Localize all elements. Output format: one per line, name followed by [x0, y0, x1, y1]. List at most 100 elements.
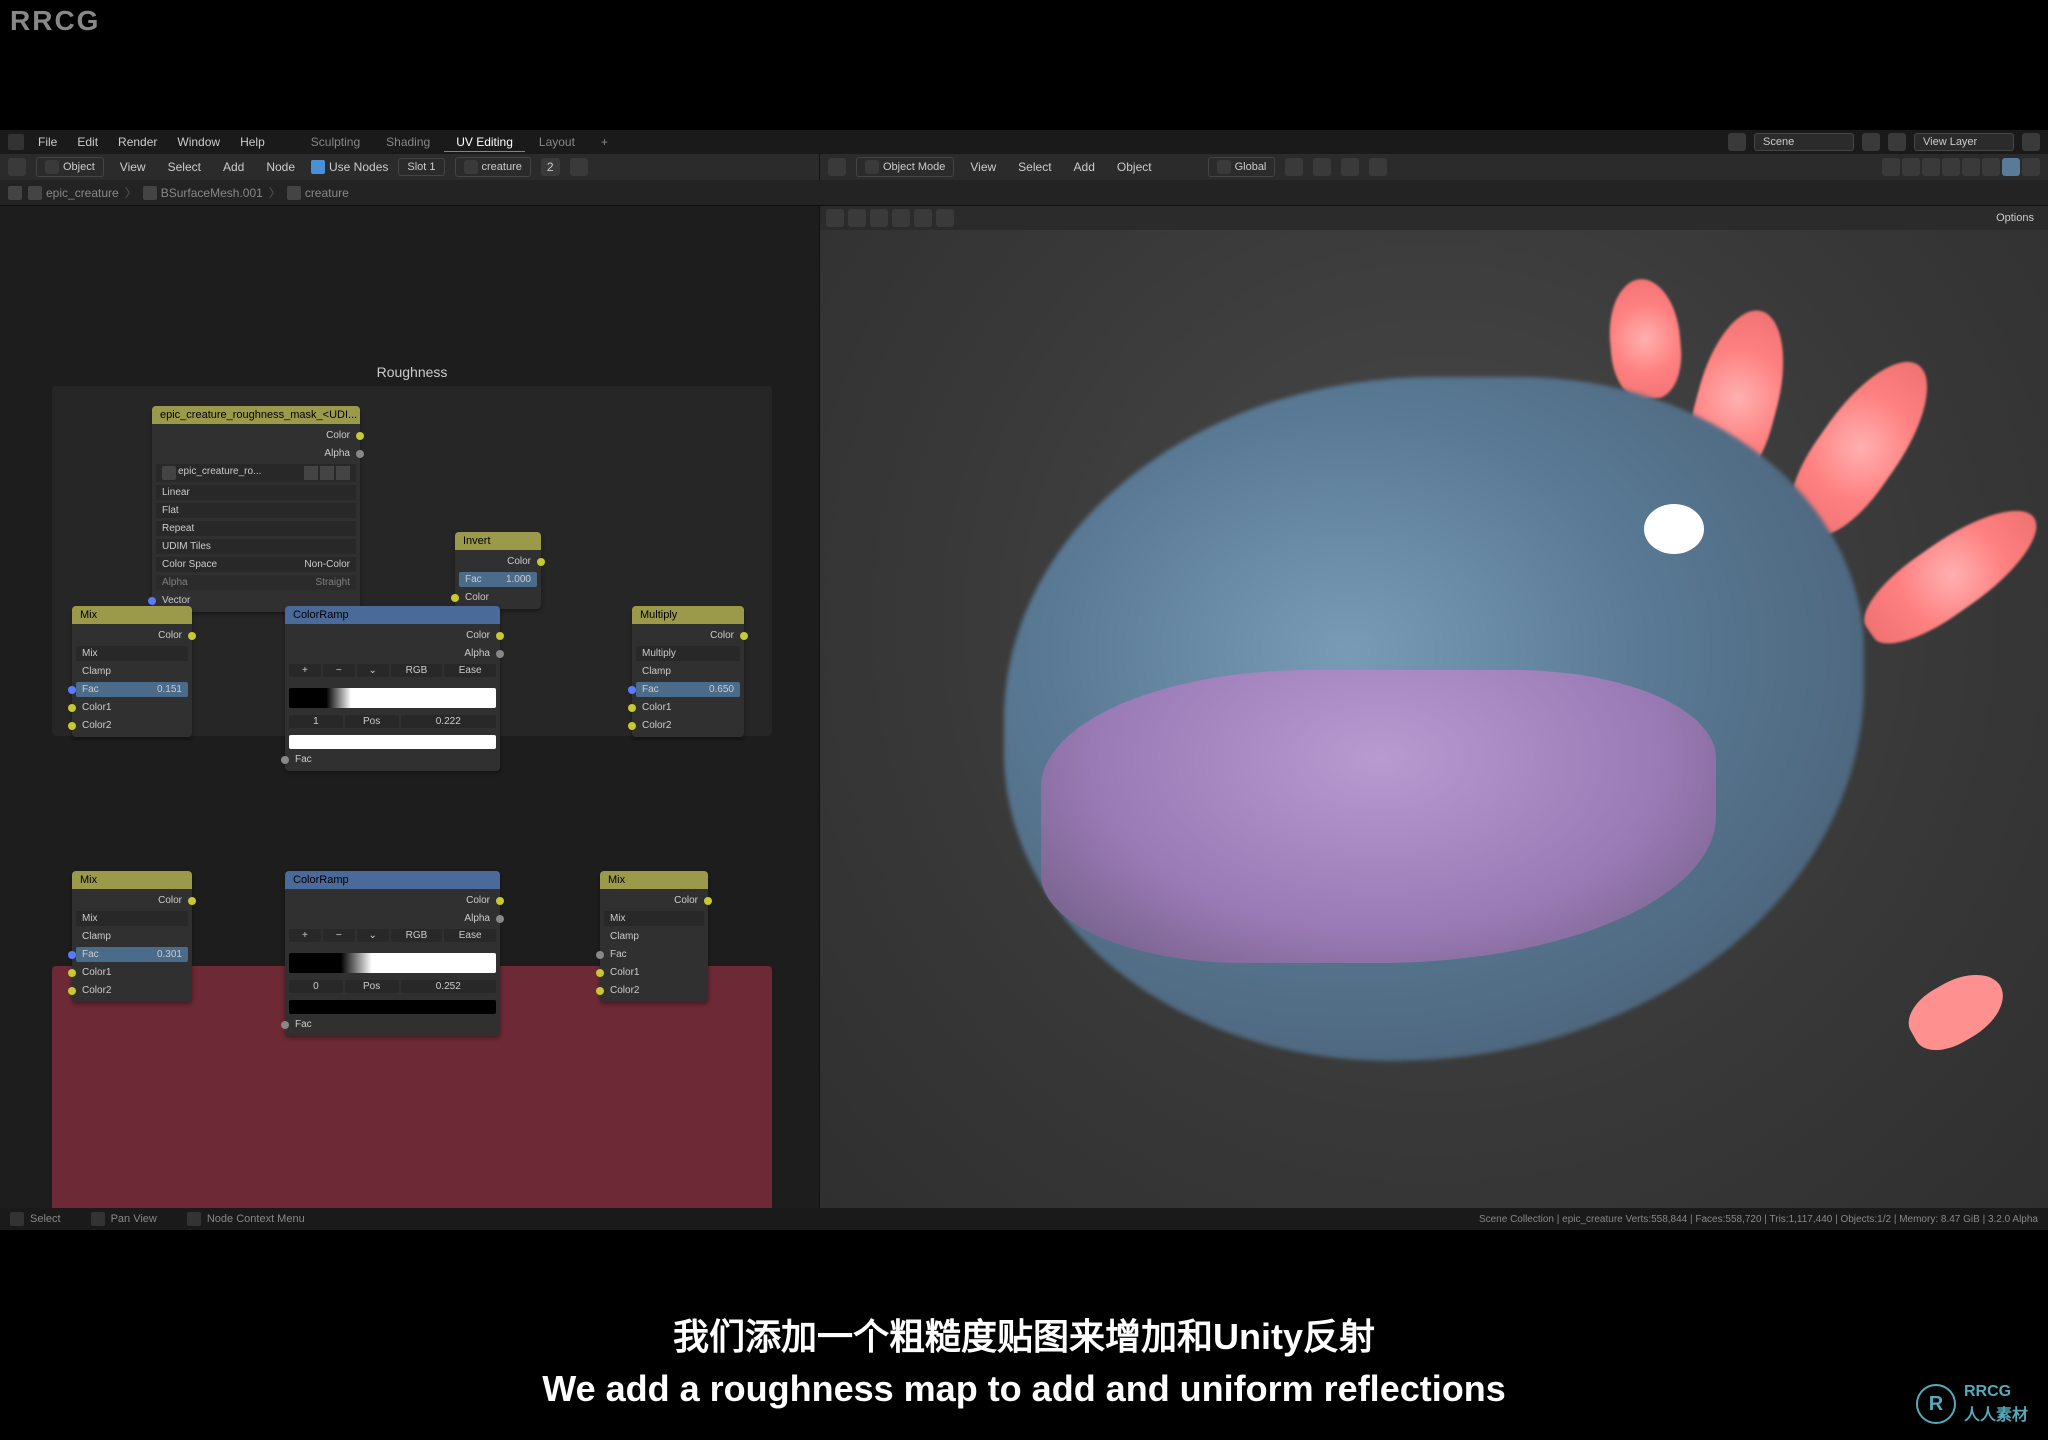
- output-color[interactable]: Color: [604, 893, 704, 908]
- ramp-remove[interactable]: −: [323, 929, 355, 942]
- gizmo-icon[interactable]: [1882, 158, 1900, 176]
- tab-layout[interactable]: Layout: [527, 133, 587, 152]
- menu-add[interactable]: Add: [217, 158, 250, 176]
- ramp-interp[interactable]: Ease: [444, 664, 496, 677]
- menu-help[interactable]: Help: [234, 133, 271, 151]
- snap-target-icon[interactable]: [1313, 158, 1331, 176]
- node-mix-emission-left[interactable]: Mix Color Mix Clamp Fac0.301 Color1 Colo…: [72, 871, 192, 1002]
- input-color2[interactable]: Color2: [76, 718, 188, 733]
- output-alpha[interactable]: Alpha: [289, 646, 496, 661]
- ramp-mode[interactable]: RGB: [391, 929, 443, 942]
- node-mix-emission-right[interactable]: Mix Color Mix Clamp Fac Color1 Color2: [600, 871, 708, 1002]
- back-icon[interactable]: [8, 186, 22, 200]
- select-circle-icon[interactable]: [870, 209, 888, 227]
- pin-icon[interactable]: [570, 158, 588, 176]
- ramp-tools[interactable]: ⌄: [357, 929, 389, 942]
- view-layer-icon[interactable]: [1888, 133, 1906, 151]
- clamp-checkbox[interactable]: Clamp: [76, 664, 188, 679]
- editor-type-icon[interactable]: [8, 158, 26, 176]
- blender-logo-icon[interactable]: [8, 134, 24, 150]
- input-color2[interactable]: Color2: [604, 983, 704, 998]
- node-invert[interactable]: Invert Color Fac1.000 Color: [455, 532, 541, 609]
- view-layer-browse-icon[interactable]: [2022, 133, 2040, 151]
- shading-solid-icon[interactable]: [1962, 158, 1980, 176]
- output-color[interactable]: Color: [76, 893, 188, 908]
- tab-add[interactable]: +: [589, 133, 620, 152]
- ramp-remove[interactable]: −: [323, 664, 355, 677]
- mode-dropdown[interactable]: Object Mode: [856, 157, 954, 177]
- clamp-checkbox[interactable]: Clamp: [604, 929, 704, 944]
- pos-value[interactable]: 0.222: [401, 715, 497, 728]
- ramp-interp[interactable]: Ease: [444, 929, 496, 942]
- users-icon[interactable]: [304, 466, 318, 480]
- stop-color[interactable]: [289, 735, 496, 749]
- node-header[interactable]: ColorRamp: [285, 606, 500, 624]
- colorramp-gradient[interactable]: [289, 953, 496, 973]
- tab-uv-editing[interactable]: UV Editing: [444, 133, 525, 152]
- snap-icon[interactable]: [1285, 158, 1303, 176]
- menu-render[interactable]: Render: [112, 133, 163, 151]
- node-colorramp-roughness[interactable]: ColorRamp Color Alpha + − ⌄ RGB Ease 1 P…: [285, 606, 500, 771]
- blend-field[interactable]: Multiply: [636, 646, 740, 661]
- source-field[interactable]: UDIM Tiles: [156, 539, 356, 554]
- vp-menu-select[interactable]: Select: [1012, 158, 1057, 176]
- node-header[interactable]: Invert: [455, 532, 541, 550]
- clamp-checkbox[interactable]: Clamp: [76, 929, 188, 944]
- color-space-field[interactable]: Color Space Non-Color: [156, 557, 356, 572]
- input-color1[interactable]: Color1: [76, 965, 188, 980]
- blend-field[interactable]: Mix: [76, 911, 188, 926]
- menu-node[interactable]: Node: [260, 158, 301, 176]
- vp-menu-add[interactable]: Add: [1068, 158, 1101, 176]
- stop-color[interactable]: [289, 1000, 496, 1014]
- proportional-type-icon[interactable]: [1369, 158, 1387, 176]
- scene-browse-icon[interactable]: [1862, 133, 1880, 151]
- fac-field[interactable]: Fac0.151: [76, 682, 188, 697]
- node-header[interactable]: Multiply: [632, 606, 744, 624]
- menu-select[interactable]: Select: [162, 158, 207, 176]
- tab-sculpting[interactable]: Sculpting: [299, 133, 372, 152]
- input-fac[interactable]: Fac: [289, 1017, 496, 1032]
- output-color[interactable]: Color: [459, 554, 537, 569]
- output-color[interactable]: Color: [76, 628, 188, 643]
- shading-matprev-icon[interactable]: [1982, 158, 2000, 176]
- fac-field[interactable]: Fac0.301: [76, 947, 188, 962]
- fac-field[interactable]: Fac1.000: [459, 572, 537, 587]
- select-lasso-icon[interactable]: [892, 209, 910, 227]
- ramp-add[interactable]: +: [289, 664, 321, 677]
- breadcrumb-material[interactable]: creature: [287, 186, 349, 200]
- select-tool-icon[interactable]: [826, 209, 844, 227]
- viewport-3d[interactable]: Options: [820, 206, 2048, 1208]
- material-users[interactable]: 2: [541, 158, 560, 176]
- material-dropdown[interactable]: creature: [455, 157, 531, 177]
- unlink-icon[interactable]: [336, 466, 350, 480]
- interp-field[interactable]: Linear: [156, 485, 356, 500]
- scene-name-field[interactable]: Scene: [1754, 133, 1854, 151]
- vp-menu-view[interactable]: View: [964, 158, 1002, 176]
- input-color1[interactable]: Color1: [636, 700, 740, 715]
- view-layer-field[interactable]: View Layer: [1914, 133, 2014, 151]
- use-nodes-checkbox[interactable]: Use Nodes: [311, 160, 388, 174]
- select-box-icon[interactable]: [848, 209, 866, 227]
- node-multiply[interactable]: Multiply Color Multiply Clamp Fac0.650 C…: [632, 606, 744, 737]
- input-fac[interactable]: Fac: [289, 752, 496, 767]
- orientation-dropdown[interactable]: Global: [1208, 157, 1276, 177]
- ext-field[interactable]: Repeat: [156, 521, 356, 536]
- fac-field[interactable]: Fac0.650: [636, 682, 740, 697]
- tab-shading[interactable]: Shading: [374, 133, 442, 152]
- output-color[interactable]: Color: [156, 428, 356, 443]
- menu-edit[interactable]: Edit: [71, 133, 104, 151]
- open-icon[interactable]: [320, 466, 334, 480]
- cursor-tool-icon[interactable]: [914, 209, 932, 227]
- input-color[interactable]: Color: [459, 590, 537, 605]
- node-colorramp-emission[interactable]: ColorRamp Color Alpha + − ⌄ RGB Ease 0 P…: [285, 871, 500, 1036]
- viewport-editor-type-icon[interactable]: [828, 158, 846, 176]
- input-color1[interactable]: Color1: [604, 965, 704, 980]
- input-color2[interactable]: Color2: [76, 983, 188, 998]
- ramp-tools[interactable]: ⌄: [357, 664, 389, 677]
- colorramp-gradient[interactable]: [289, 688, 496, 708]
- options-dropdown[interactable]: Options: [1988, 210, 2042, 226]
- node-header[interactable]: ColorRamp: [285, 871, 500, 889]
- blend-field[interactable]: Mix: [76, 646, 188, 661]
- image-name-field[interactable]: epic_creature_ro...: [156, 464, 356, 482]
- shading-options-icon[interactable]: [2022, 158, 2040, 176]
